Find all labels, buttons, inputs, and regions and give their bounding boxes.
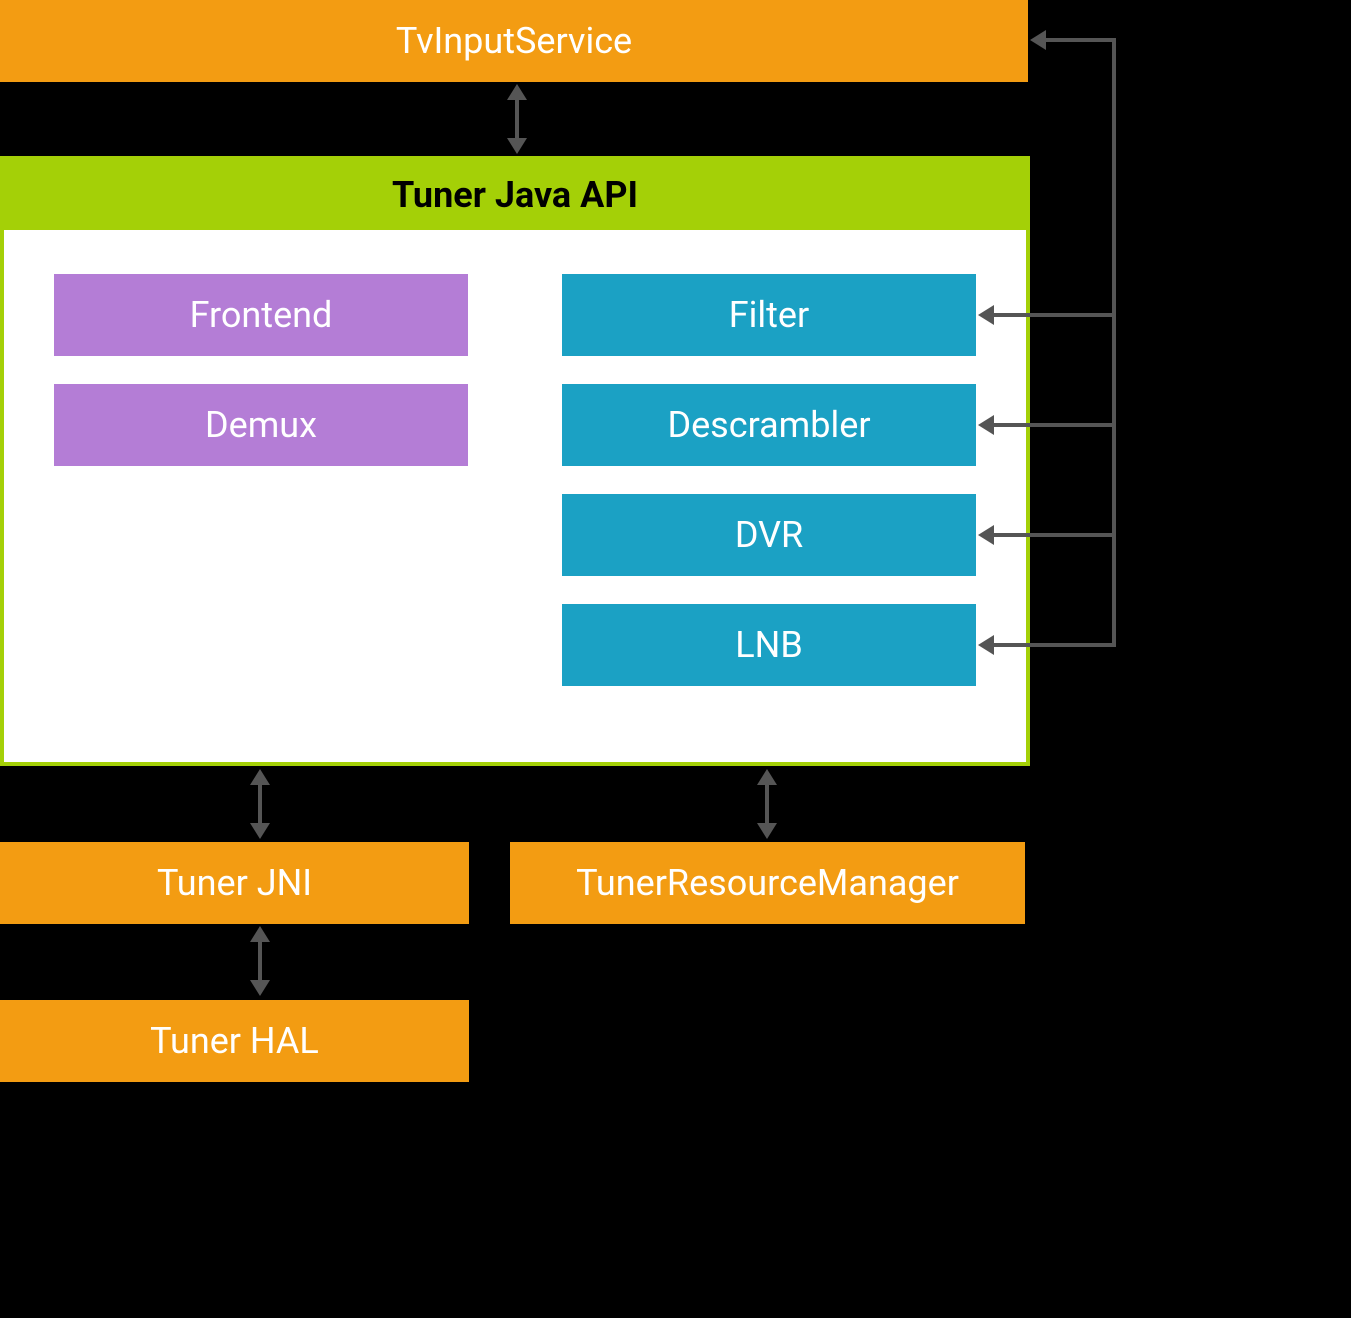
tuner-java-api-title: Tuner Java API — [392, 174, 638, 216]
arrowhead-api-trm-up — [757, 769, 777, 785]
arrowhead-right-to-dvr — [978, 525, 994, 545]
arrowhead-tvis-api-up — [507, 84, 527, 100]
frontend-label: Frontend — [190, 294, 333, 336]
tv-input-service-label: TvInputService — [396, 20, 632, 62]
arrowhead-right-to-descrambler — [978, 415, 994, 435]
tuner-java-api-header: Tuner Java API — [4, 160, 1026, 230]
arrowhead-right-to-tvis — [1030, 30, 1046, 50]
arrow-right-to-lnb — [994, 643, 1116, 647]
descrambler-block: Descrambler — [562, 384, 976, 466]
arrow-api-jni — [258, 783, 262, 825]
arrowhead-api-jni-down — [250, 823, 270, 839]
arrowhead-api-jni-up — [250, 769, 270, 785]
dvr-block: DVR — [562, 494, 976, 576]
arrow-tvis-api — [515, 98, 519, 140]
descrambler-label: Descrambler — [667, 404, 870, 446]
arrow-right-trunk — [1112, 40, 1116, 645]
dvr-label: DVR — [735, 514, 803, 556]
arrowhead-tvis-api-down — [507, 138, 527, 154]
arrow-right-to-tvis — [1046, 38, 1116, 42]
demux-label: Demux — [205, 404, 317, 446]
arrow-right-to-filter — [994, 313, 1116, 317]
arrowhead-jni-hal-up — [250, 926, 270, 942]
demux-block: Demux — [54, 384, 468, 466]
arrow-right-to-descrambler — [994, 423, 1116, 427]
arrow-right-to-dvr — [994, 533, 1116, 537]
lnb-label: LNB — [735, 624, 803, 666]
arrow-api-trm — [765, 783, 769, 825]
arrowhead-jni-hal-down — [250, 980, 270, 996]
tuner-hal-label: Tuner HAL — [150, 1020, 319, 1062]
tuner-jni-label: Tuner JNI — [157, 862, 312, 904]
tuner-resource-manager-label: TunerResourceManager — [576, 862, 959, 904]
filter-label: Filter — [729, 294, 809, 336]
arrow-jni-hal — [258, 940, 262, 982]
tuner-hal-block: Tuner HAL — [0, 1000, 469, 1082]
arrowhead-api-trm-down — [757, 823, 777, 839]
arrowhead-right-to-lnb — [978, 635, 994, 655]
arrowhead-right-to-filter — [978, 305, 994, 325]
filter-block: Filter — [562, 274, 976, 356]
tv-input-service-block: TvInputService — [0, 0, 1028, 82]
frontend-block: Frontend — [54, 274, 468, 356]
tuner-jni-block: Tuner JNI — [0, 842, 469, 924]
tuner-resource-manager-block: TunerResourceManager — [510, 842, 1025, 924]
lnb-block: LNB — [562, 604, 976, 686]
